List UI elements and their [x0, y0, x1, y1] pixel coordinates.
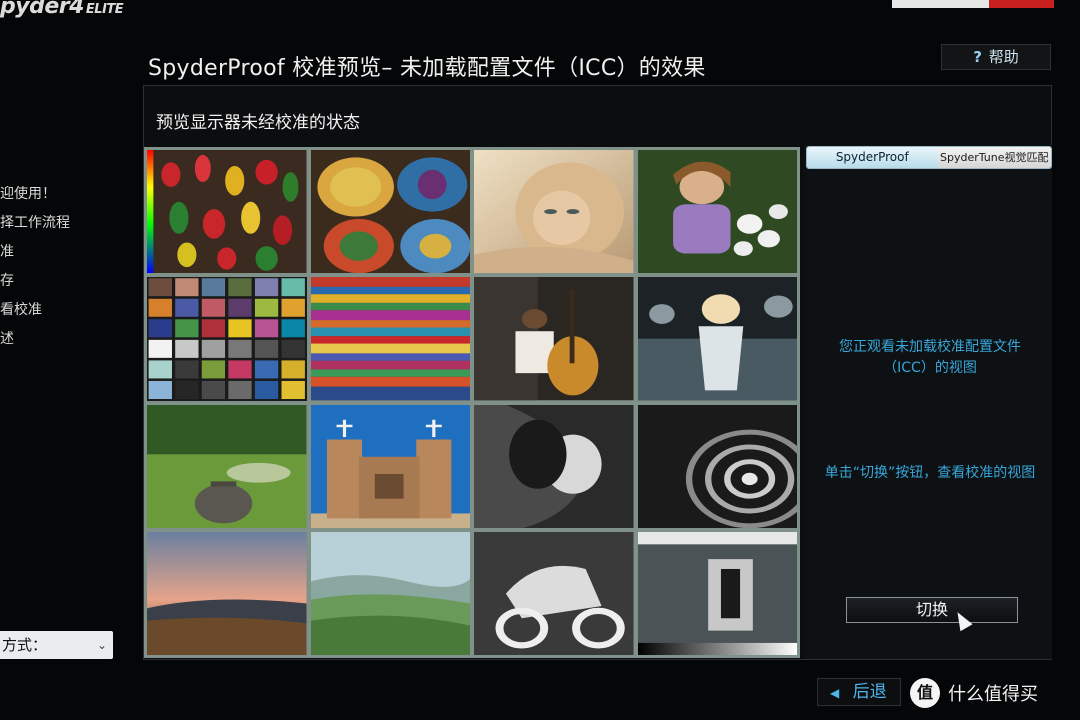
tab-spydertune[interactable]: SpyderTune视觉匹配 — [937, 147, 1051, 168]
step-calibrate[interactable]: 准 — [0, 238, 120, 267]
method-select[interactable]: 方式： ⌄ — [0, 631, 113, 659]
tile-spiral-staircase[interactable] — [637, 404, 797, 528]
switch-button[interactable]: 切换 — [846, 597, 1018, 623]
app-logo: pyder4 ELITE — [0, 0, 124, 19]
step-welcome[interactable]: 迎使用！ — [0, 180, 120, 209]
back-button[interactable]: ◀ 后退 — [817, 678, 901, 706]
tile-dusk-hills[interactable] — [147, 531, 307, 655]
tile-painted-plates[interactable] — [310, 150, 470, 274]
tile-bass-player[interactable] — [474, 277, 634, 401]
back-button-label: 后退 — [852, 682, 887, 702]
wizard-steps: 迎使用！ 择工作流程 准 存 看校准 述 — [0, 180, 120, 354]
chevron-down-icon: ⌄ — [96, 638, 107, 652]
proof-sidebar: SpyderProof SpyderTune视觉匹配 您正观看未加载校准配置文件… — [804, 145, 1052, 659]
smzdm-logo-icon: 值 — [910, 678, 940, 708]
question-icon: ? — [973, 48, 982, 66]
help-button-label: 帮助 — [988, 48, 1019, 66]
tile-blonde-portrait[interactable] — [474, 150, 634, 274]
proof-tabs: SpyderProof SpyderTune视觉匹配 — [806, 146, 1052, 169]
tile-blonde-singer[interactable] — [637, 277, 797, 401]
watermark-text: 什么值得买 — [948, 684, 1038, 705]
step-save[interactable]: 存 — [0, 267, 120, 296]
panel-title: 预览显示器未经校准的状态 — [156, 113, 360, 133]
chevron-left-icon: ◀ — [830, 686, 840, 700]
tile-adobe-church[interactable] — [310, 404, 470, 528]
status-message: 您正观看未加载校准配置文件（ICC）的视图 — [839, 339, 1021, 376]
instruction-message: 单击“切换”按钮，查看校准的视图 — [824, 465, 1036, 481]
tile-garden-urn[interactable] — [147, 404, 307, 528]
site-watermark: 值 什么值得买 — [910, 676, 1038, 710]
tile-bw-portrait[interactable] — [474, 404, 634, 528]
preview-panel: 预览显示器未经校准的状态 SpyderProof SpyderTune视觉匹配 … — [143, 85, 1052, 660]
tab-spyderproof[interactable]: SpyderProof — [807, 147, 938, 168]
step-workflow[interactable]: 择工作流程 — [0, 209, 120, 238]
help-button[interactable]: ? 帮助 — [941, 44, 1051, 70]
step-view-calibration[interactable]: 看校准 — [0, 296, 120, 325]
tile-peppers[interactable] — [147, 150, 307, 274]
step-summary[interactable]: 述 — [0, 325, 120, 354]
tile-bw-scooter[interactable] — [474, 531, 634, 655]
tile-color-checker[interactable] — [147, 277, 307, 401]
tile-grayscale-test[interactable] — [637, 531, 797, 655]
tile-tuscan-landscape[interactable] — [310, 531, 470, 655]
method-select-label: 方式： — [2, 636, 48, 654]
page-title: SpyderProof 校准预览– 未加载配置文件（ICC）的效果 — [148, 56, 706, 81]
tile-fabric-stripes[interactable] — [310, 277, 470, 401]
brand-logo — [892, 0, 1054, 8]
image-grid — [144, 147, 800, 658]
tile-girl-with-flowers[interactable] — [637, 150, 797, 274]
